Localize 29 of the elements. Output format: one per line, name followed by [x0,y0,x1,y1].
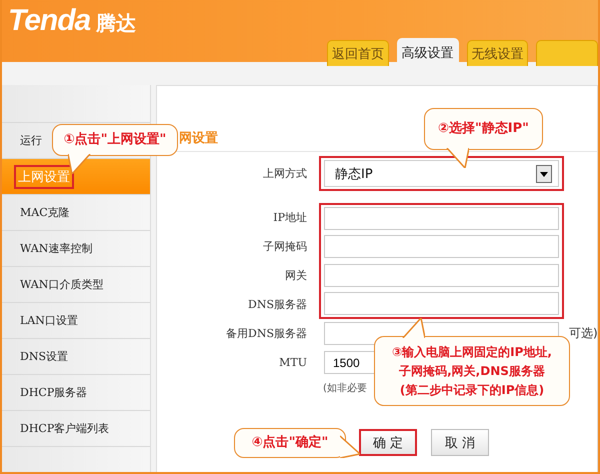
field-label: 备用DNS服务器 [225,326,307,342]
sidebar-item[interactable]: WAN口介质类型 [2,267,150,303]
field-label: IP地址 [272,210,307,226]
input-field[interactable] [324,207,559,230]
field-label: 子网掩码 [262,239,307,255]
sidebar-item[interactable]: DNS设置 [2,339,150,375]
logo-text: Tenda [8,4,90,38]
field-label: DNS服务器 [247,297,307,313]
sidebar-item[interactable]: WAN速率控制 [2,231,150,267]
sidebar-item[interactable]: DHCP客户端列表 [2,411,150,447]
section-title: 网设置 [179,130,218,147]
sidebar-item[interactable]: MAC克隆 [2,195,150,231]
sidebar-item[interactable]: LAN口设置 [2,303,150,339]
form-button[interactable]: 取 消 [431,429,489,456]
field-label: 网关 [284,268,307,284]
nav-tab[interactable]: 返回首页 [327,40,389,66]
form-button[interactable]: 确 定 [359,429,417,456]
brand-name: 腾达 [96,10,136,37]
hint-text: (如非必要 [323,382,367,396]
sidebar-item[interactable]: DHCP服务器 [2,375,150,411]
nav-tab[interactable] [536,40,598,66]
nav-tab[interactable]: 无线设置 [466,40,528,66]
dropdown-select[interactable]: 静态IP [324,160,559,187]
input-field[interactable] [324,235,559,258]
input-field[interactable] [324,264,559,287]
field-label: MTU [278,355,307,371]
field-label: 上网方式 [262,166,307,182]
input-field[interactable] [324,292,559,315]
note-text: 可选) [569,325,598,342]
